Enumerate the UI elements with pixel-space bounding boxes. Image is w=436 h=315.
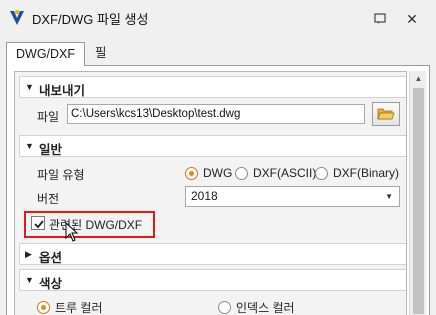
collapsed-arrow-icon: ▶ [25, 249, 32, 259]
export-section-header[interactable]: ▼ 내보내기 [19, 76, 406, 98]
file-type-label: 파일 유형 [37, 168, 85, 182]
property-grid: ▼ 내보내기 파일 C:\Users\kcs13\Desktop\test.dw… [14, 71, 407, 315]
close-icon: ✕ [406, 10, 418, 27]
checkmark-icon [34, 220, 44, 229]
dropdown-arrow-icon: ▼ [385, 192, 393, 201]
expand-arrow-icon: ▼ [25, 82, 34, 92]
color-section-header[interactable]: ▼ 색상 [19, 269, 406, 291]
scroll-thumb[interactable] [413, 88, 424, 314]
radio-index-color[interactable]: 인덱스 컬러 [218, 299, 295, 315]
radio-unselected-icon [235, 166, 248, 180]
radio-dwg[interactable]: DWG [185, 166, 232, 180]
general-section-header[interactable]: ▼ 일반 [19, 135, 406, 157]
help-button[interactable] [372, 11, 388, 27]
radio-unselected-icon [315, 166, 328, 180]
radio-unselected-icon [218, 301, 231, 314]
export-section-title: 내보내기 [39, 84, 86, 98]
radio-dwg-label: DWG [203, 166, 233, 180]
options-section-title: 옵션 [39, 251, 63, 265]
version-value: 2018 [191, 189, 218, 203]
close-button[interactable]: ✕ [404, 11, 420, 27]
version-select[interactable]: 2018 ▼ [185, 186, 400, 207]
help-icon [374, 13, 386, 24]
window-title: DXF/DWG 파일 생성 [32, 12, 149, 27]
version-label: 버전 [37, 192, 60, 206]
radio-selected-icon [37, 301, 50, 314]
file-path-input[interactable]: C:\Users\kcs13\Desktop\test.dwg [67, 104, 365, 124]
expand-arrow-icon: ▼ [25, 275, 34, 285]
related-dwg-dxf-checkbox[interactable] [31, 216, 45, 230]
browse-button[interactable] [372, 102, 400, 126]
tab-filter[interactable]: 필터 [86, 42, 116, 82]
radio-selected-icon [185, 166, 198, 180]
radio-true-color-label: 트루 컬러 [55, 301, 103, 315]
file-label: 파일 [37, 110, 60, 124]
radio-dxf-ascii-label: DXF(ASCII) [253, 166, 317, 180]
radio-dxf-binary-label: DXF(Binary) [333, 166, 400, 180]
scroll-up-arrow-icon[interactable]: ▲ [410, 71, 427, 87]
radio-dxf-binary[interactable]: DXF(Binary) [315, 166, 399, 180]
radio-dxf-ascii[interactable]: DXF(ASCII) [235, 166, 316, 180]
radio-index-color-label: 인덱스 컬러 [236, 301, 295, 315]
general-section-title: 일반 [39, 143, 63, 157]
related-dwg-dxf-label: 관련된 DWG/DXF [49, 218, 143, 232]
tab-dwg-dxf[interactable]: DWG/DXF [6, 42, 86, 66]
expand-arrow-icon: ▼ [25, 141, 34, 151]
vertical-scrollbar[interactable]: ▲ [409, 71, 426, 315]
color-section-title: 색상 [39, 277, 63, 291]
folder-icon [377, 108, 395, 120]
title-bar: DXF/DWG 파일 생성 ✕ [0, 0, 436, 38]
options-section-header[interactable]: ▶ 옵션 [19, 243, 406, 265]
tab-panel: ▼ 내보내기 파일 C:\Users\kcs13\Desktop\test.dw… [6, 65, 430, 315]
mouse-cursor-icon [65, 222, 79, 242]
app-logo-icon [10, 10, 24, 25]
radio-true-color[interactable]: 트루 컬러 [37, 299, 103, 315]
